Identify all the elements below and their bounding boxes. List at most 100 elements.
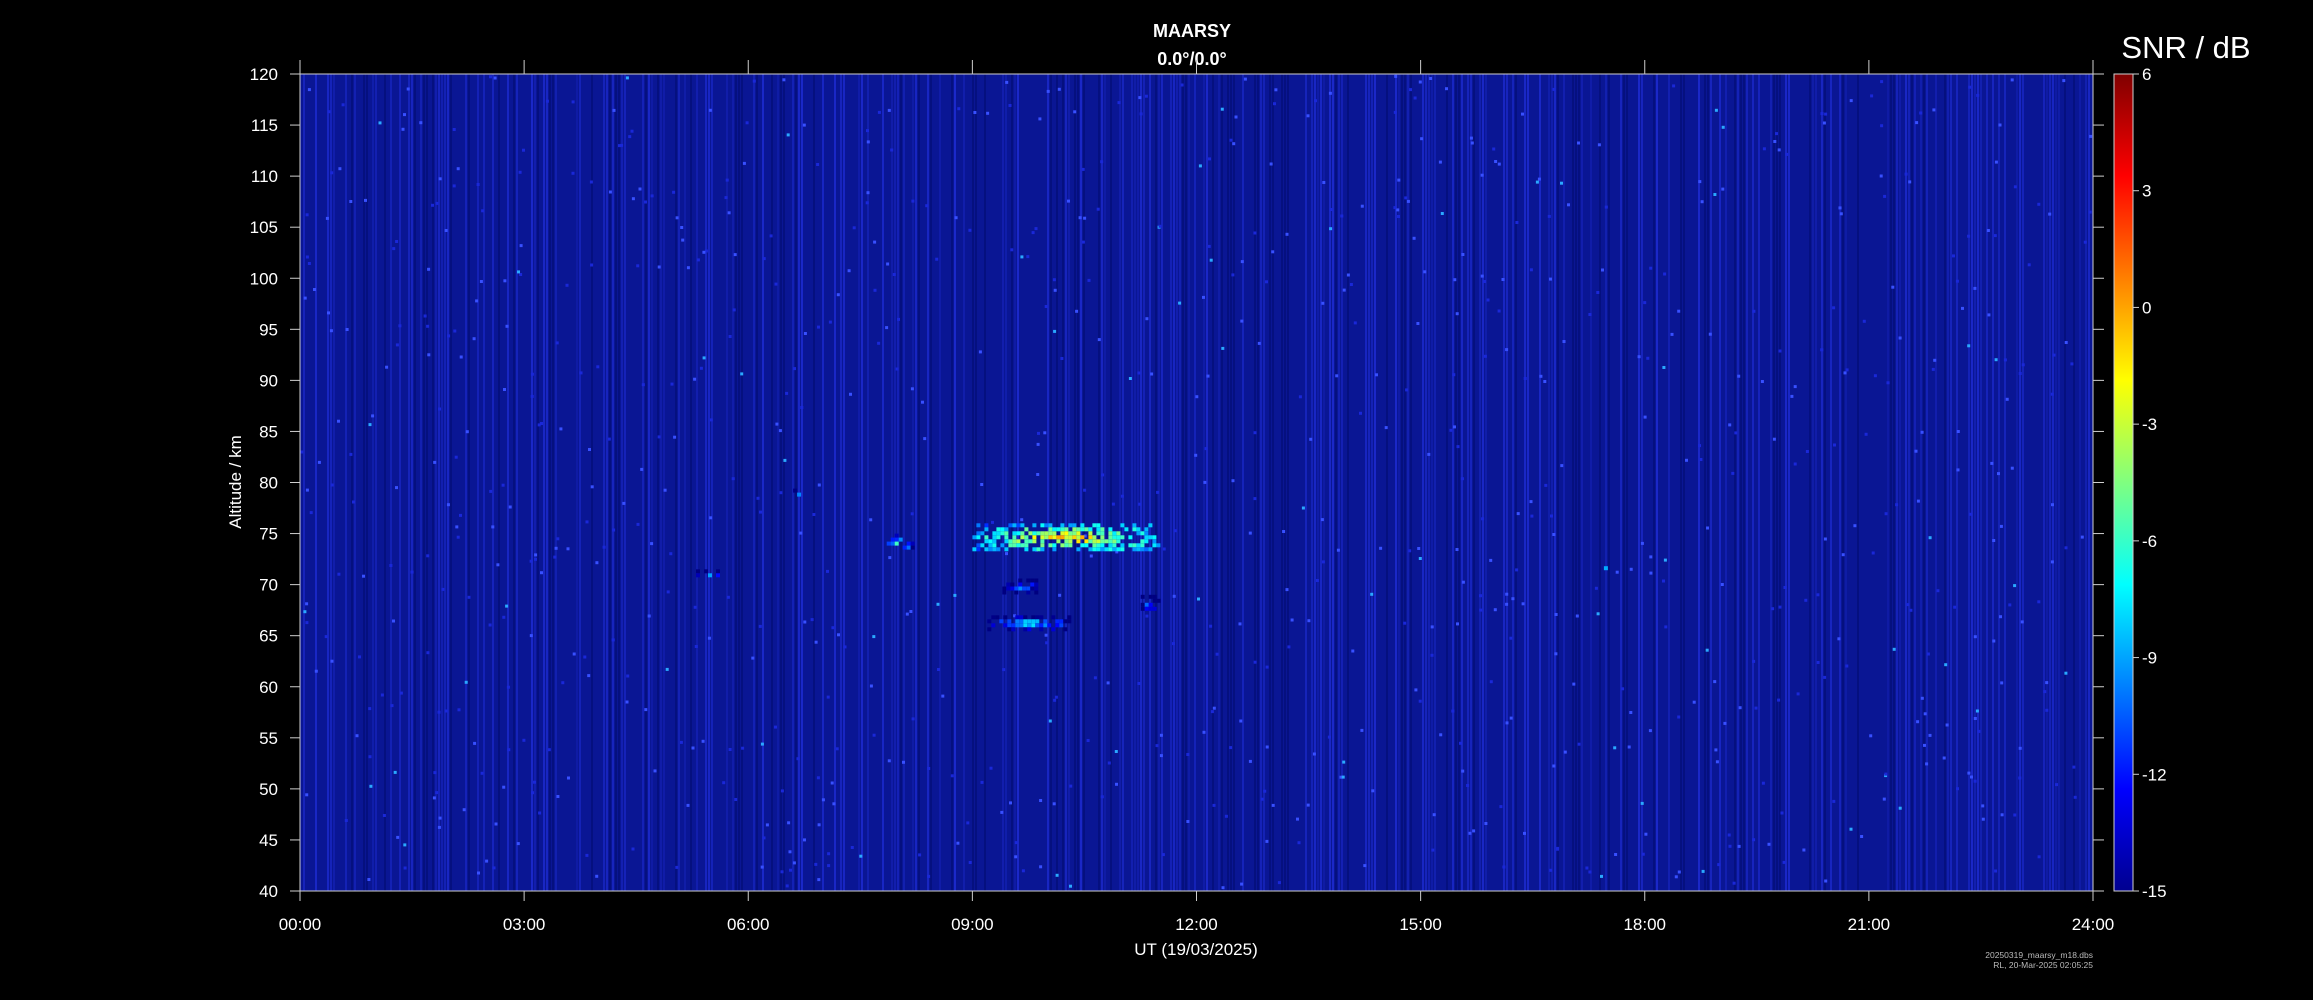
noise-speckle [1600,874,1603,878]
noise-speckle [1155,744,1159,748]
noise-speckle [1706,526,1709,530]
noise-speckle [1873,374,1877,378]
noise-speckle [519,273,523,276]
echo-cell [906,541,911,546]
noise-streak [813,74,815,891]
noise-streak [1170,74,1172,891]
echo-cell [1140,539,1145,544]
noise-speckle [1715,760,1719,764]
echo-cell [1059,623,1064,628]
noise-streak [1452,74,1454,891]
echo-cell [894,537,899,542]
noise-speckle [522,738,526,742]
noise-speckle [403,113,406,117]
noise-speckle [1418,557,1422,560]
noise-streak [426,74,428,891]
noise-streak [303,74,305,891]
noise-speckle [954,216,958,220]
noise-streak [1563,74,1565,891]
noise-streak [1221,74,1223,891]
echo-cell [1032,539,1037,544]
noise-speckle [1052,278,1056,282]
noise-speckle [1409,88,1412,92]
noise-speckle [778,429,782,433]
noise-speckle [329,329,333,333]
noise-streak [1626,74,1628,891]
echo-cell [1035,619,1040,624]
noise-streak [1974,74,1976,891]
noise-speckle [1871,551,1875,555]
noise-speckle [774,725,777,729]
noise-speckle [1967,771,1971,775]
echo-cell [1067,619,1072,624]
noise-speckle [317,460,321,464]
noise-speckle [1307,619,1311,623]
noise-speckle [595,874,599,878]
echo-cell [1076,535,1081,540]
noise-speckle [2051,503,2054,507]
noise-streak [435,74,437,891]
noise-speckle [1202,295,1205,299]
echo-cell [1044,531,1049,536]
noise-streak [483,74,485,891]
noise-streak [1599,74,1601,891]
noise-speckle [399,691,403,695]
noise-speckle [389,564,393,567]
noise-streak [2043,74,2045,891]
echo-cell [1040,523,1045,528]
echo-cell [793,488,798,493]
x-tick-label: 12:00 [1175,915,1218,934]
echo-cell [1136,527,1141,532]
colorbar-tick-label: -9 [2142,649,2157,668]
echo-cell [1072,535,1077,540]
noise-speckle [1563,750,1567,754]
echo-cell [1023,615,1028,620]
echo-cell [1012,539,1017,544]
noise-speckle [817,878,821,882]
noise-speckle [1629,567,1633,571]
noise-streak [1911,74,1913,891]
noise-speckle [1596,612,1600,616]
noise-speckle [590,263,594,267]
noise-speckle [1773,140,1777,143]
noise-speckle [1298,395,1302,399]
noise-speckle [1461,253,1465,256]
noise-speckle [641,383,645,387]
noise-speckle [1106,681,1110,685]
noise-speckle [2055,783,2058,787]
noise-speckle [1968,85,1972,89]
noise-speckle [1309,437,1313,441]
noise-streak [615,74,617,891]
noise-speckle [2089,134,2093,138]
noise-speckle [1560,181,1563,185]
noise-speckle [1081,167,1085,171]
noise-speckle [702,356,706,360]
echo-cell [996,547,1001,552]
noise-speckle [1502,865,1506,869]
echo-cell [1012,531,1017,536]
noise-speckle [1649,266,1653,270]
echo-cell [1100,535,1105,540]
noise-streak [333,74,335,891]
x-tick-label: 15:00 [1399,915,1442,934]
noise-speckle [638,187,642,191]
noise-streak [330,74,332,891]
noise-streak [951,74,953,891]
noise-speckle [1238,622,1242,626]
noise-streak [1122,74,1124,891]
noise-speckle [1253,231,1257,235]
noise-streak [1470,74,1472,891]
noise-streak [1149,74,1151,891]
noise-streak [516,74,518,891]
echo-cell [1027,619,1032,624]
noise-speckle [1055,873,1059,877]
noise-speckle [1037,431,1040,435]
echo-cell [996,527,1001,532]
noise-speckle [734,798,738,801]
noise-speckle [1601,268,1604,272]
echo-cell [1064,531,1069,536]
echo-cell [1063,619,1068,624]
echo-cell [1136,531,1141,536]
noise-speckle [843,645,847,649]
echo-cell [1152,594,1157,599]
